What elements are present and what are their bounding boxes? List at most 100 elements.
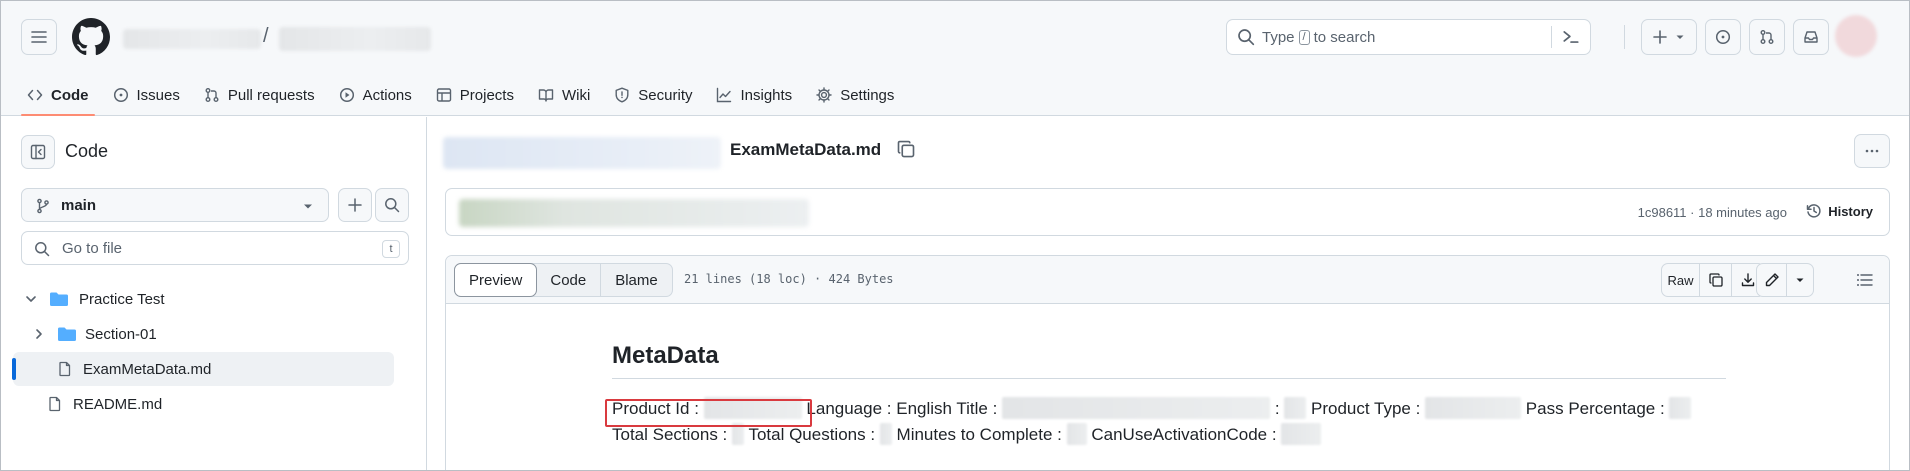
file-name: ExamMetaData.md xyxy=(730,140,882,159)
tab-wiki[interactable]: Wiki xyxy=(532,77,604,113)
tab-code[interactable]: Code xyxy=(21,77,103,116)
preview-label: Preview xyxy=(469,271,523,289)
book-icon xyxy=(538,89,554,102)
more-options-button[interactable] xyxy=(1854,134,1890,168)
go-to-file-placeholder: Go to file xyxy=(62,240,123,257)
copy-raw-button[interactable] xyxy=(1700,264,1732,296)
github-logo-icon[interactable] xyxy=(72,18,110,56)
branch-icon xyxy=(37,198,49,214)
highlight-box xyxy=(605,399,812,427)
code-tab[interactable]: Code xyxy=(536,264,602,296)
tab-label: Pull requests xyxy=(227,86,315,104)
issue-icon xyxy=(113,87,128,103)
inbox-button[interactable] xyxy=(1793,19,1829,55)
hamburger-icon xyxy=(31,31,47,43)
folder-icon xyxy=(58,327,76,341)
latest-commit-bar: 1c98611 · 18 minutes ago History xyxy=(445,188,1890,236)
tab-label: Projects xyxy=(459,86,514,104)
sidebar-collapse-icon xyxy=(30,144,46,160)
folder-open-icon xyxy=(50,292,68,306)
raw-label: Raw xyxy=(1667,272,1694,288)
search-icon xyxy=(385,198,400,213)
history-label: History xyxy=(1828,203,1873,219)
code-icon xyxy=(27,89,43,101)
plus-icon xyxy=(348,198,362,212)
search-input[interactable]: Type / to search xyxy=(1226,19,1591,55)
user-avatar[interactable] xyxy=(1835,15,1877,57)
tab-label: Insights xyxy=(740,86,793,104)
window: / Type / to search Code Issues Pull requ… xyxy=(0,0,1910,471)
pull-requests-button[interactable] xyxy=(1749,19,1785,55)
tree-item-exammetadata[interactable]: ExamMetaData.md xyxy=(12,352,394,386)
branch-name: main xyxy=(61,197,97,214)
preview-tab[interactable]: Preview xyxy=(454,263,538,297)
search-icon xyxy=(35,242,50,257)
file-info: 21 lines (18 loc) · 424 Bytes xyxy=(684,272,894,286)
chevron-right-icon[interactable] xyxy=(31,326,47,342)
copy-path-icon[interactable] xyxy=(896,139,916,159)
search-files-button[interactable] xyxy=(375,188,409,222)
tab-pull-requests[interactable]: Pull requests xyxy=(198,77,329,113)
pass-percentage-value-redacted xyxy=(1669,397,1692,419)
go-to-file-input[interactable]: Go to file t xyxy=(21,231,409,265)
menu-button[interactable] xyxy=(21,19,57,55)
tab-issues[interactable]: Issues xyxy=(107,77,194,113)
commit-message-redacted[interactable] xyxy=(459,199,809,227)
chevron-down-icon[interactable] xyxy=(23,291,39,307)
shield-icon xyxy=(615,87,629,103)
tree-item-section-01[interactable]: Section-01 xyxy=(13,317,394,351)
file-toolbar: Preview Code Blame 21 lines (18 loc) · 4… xyxy=(446,256,1889,304)
pencil-icon xyxy=(1765,273,1779,287)
search-icon xyxy=(1238,29,1255,46)
tab-settings[interactable]: Settings xyxy=(810,77,908,113)
command-palette-icon[interactable] xyxy=(1562,28,1580,46)
repo-name-redacted[interactable] xyxy=(279,27,431,51)
pass-percentage-label: Pass Percentage : xyxy=(1525,399,1665,418)
minutes-label: Minutes to Complete : xyxy=(896,425,1062,444)
tab-insights[interactable]: Insights xyxy=(710,77,806,113)
issue-icon xyxy=(1715,29,1731,45)
sidebar-title: Code xyxy=(65,141,109,161)
markdown-body: MetaData Product Id : Language : English… xyxy=(612,342,1726,448)
tab-actions[interactable]: Actions xyxy=(333,77,426,113)
tab-projects[interactable]: Projects xyxy=(430,77,528,113)
total-sections-label: Total Sections : xyxy=(612,425,728,444)
tree-item-readme[interactable]: README.md xyxy=(13,387,394,421)
create-new-button[interactable] xyxy=(1641,19,1697,55)
outline-list-icon[interactable] xyxy=(1856,272,1874,288)
pull-request-icon xyxy=(1760,30,1774,44)
tab-label: Security xyxy=(638,86,693,104)
total-questions-label: Total Questions : xyxy=(748,425,876,444)
colon-separator: : xyxy=(1274,399,1280,418)
owner-name-redacted[interactable] xyxy=(123,29,261,49)
blame-label: Blame xyxy=(615,271,658,289)
collapse-sidebar-button[interactable] xyxy=(21,135,55,169)
tree-item-label: ExamMetaData.md xyxy=(83,360,212,378)
pull-request-icon xyxy=(205,88,219,102)
tree-item-label: README.md xyxy=(73,395,163,413)
search-divider xyxy=(1551,26,1552,48)
branch-selector[interactable]: main xyxy=(21,188,329,222)
issues-button[interactable] xyxy=(1705,19,1741,55)
view-mode-toggle: Preview Code Blame xyxy=(454,263,673,297)
history-button[interactable]: History xyxy=(1806,203,1873,219)
add-file-button[interactable] xyxy=(338,188,372,222)
tree-item-label: Practice Test xyxy=(79,290,165,308)
blame-tab[interactable]: Blame xyxy=(601,264,672,296)
can-use-activation-value-redacted xyxy=(1281,423,1322,445)
product-type-value-redacted xyxy=(1425,397,1522,419)
commit-meta[interactable]: 1c98611 · 18 minutes ago xyxy=(1638,205,1787,220)
caret-down-icon xyxy=(1796,278,1804,282)
total-questions-value-redacted xyxy=(879,423,892,445)
tab-security[interactable]: Security xyxy=(608,77,706,113)
edit-dropdown-button[interactable] xyxy=(1787,264,1813,296)
graph-icon xyxy=(717,87,732,103)
breadcrumb-redacted[interactable] xyxy=(443,137,721,169)
edit-button[interactable] xyxy=(1757,264,1787,296)
search-shortcut-key: / xyxy=(1298,30,1310,45)
raw-button[interactable]: Raw xyxy=(1662,264,1700,296)
search-suffix: to search xyxy=(1313,29,1376,46)
gear-icon xyxy=(816,87,832,103)
tree-item-practice-test[interactable]: Practice Test xyxy=(13,282,394,316)
table-icon xyxy=(436,88,451,102)
